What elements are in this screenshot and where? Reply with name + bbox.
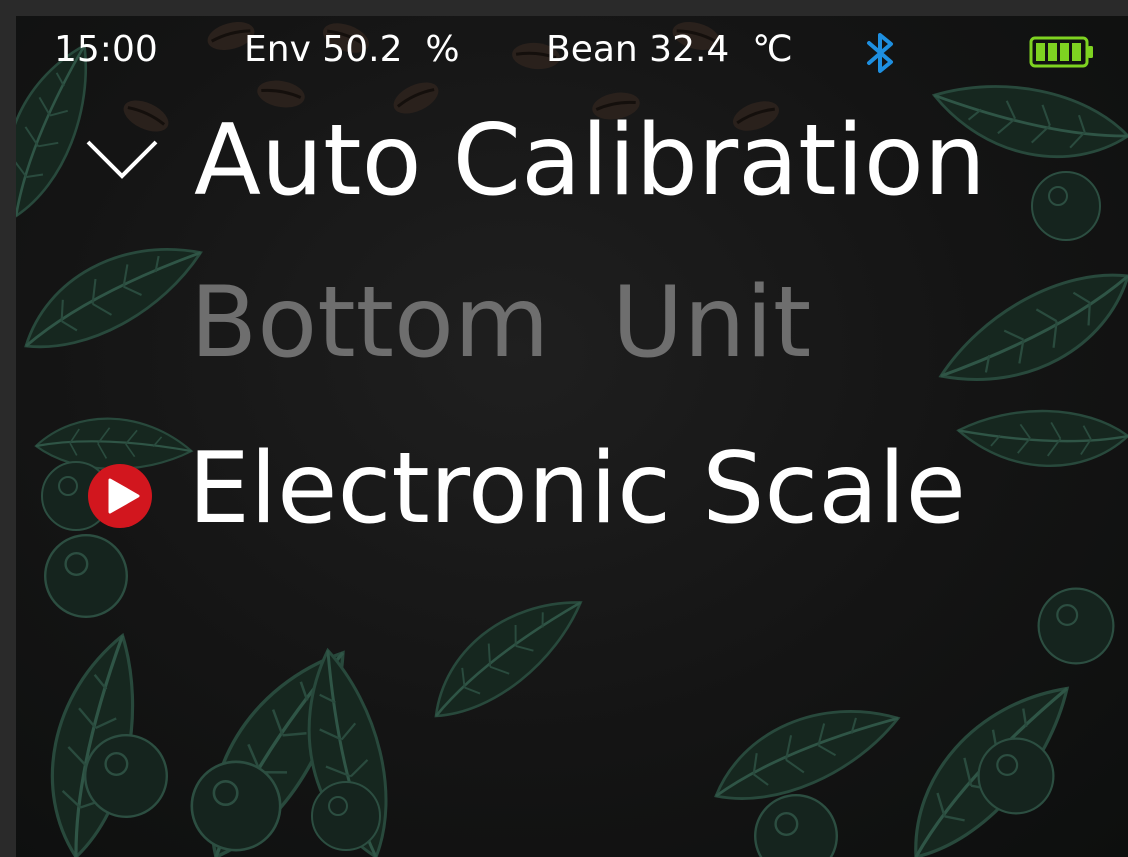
menu-item-auto-calibration[interactable]: Auto Calibration <box>16 96 1128 256</box>
chevron-down-icon <box>86 140 158 179</box>
battery-cell <box>1036 43 1045 61</box>
bean-temperature: Bean 32.4 ℃ <box>546 29 793 70</box>
menu-item-label: Electronic Scale <box>188 432 966 546</box>
battery-cell <box>1060 43 1069 61</box>
battery-cell <box>1072 43 1081 61</box>
bluetooth-icon <box>867 33 893 73</box>
device-screen: 15:00 Env 50.2 % Bean 32.4 ℃ Auto Calibr… <box>16 16 1128 857</box>
menu-item-bottom-unit: Bottom Unit <box>16 262 1128 422</box>
menu-item-electronic-scale[interactable]: Electronic Scale <box>16 426 1128 586</box>
status-bar: 15:00 Env 50.2 % Bean 32.4 ℃ <box>16 16 1128 84</box>
clock-time: 15:00 <box>54 29 158 70</box>
environment-humidity: Env 50.2 % <box>244 29 460 70</box>
menu-item-label: Auto Calibration <box>194 104 986 218</box>
battery-icon <box>1029 36 1093 68</box>
menu-item-label: Bottom Unit <box>190 266 812 380</box>
play-circle-icon <box>88 464 152 528</box>
battery-cell <box>1048 43 1057 61</box>
